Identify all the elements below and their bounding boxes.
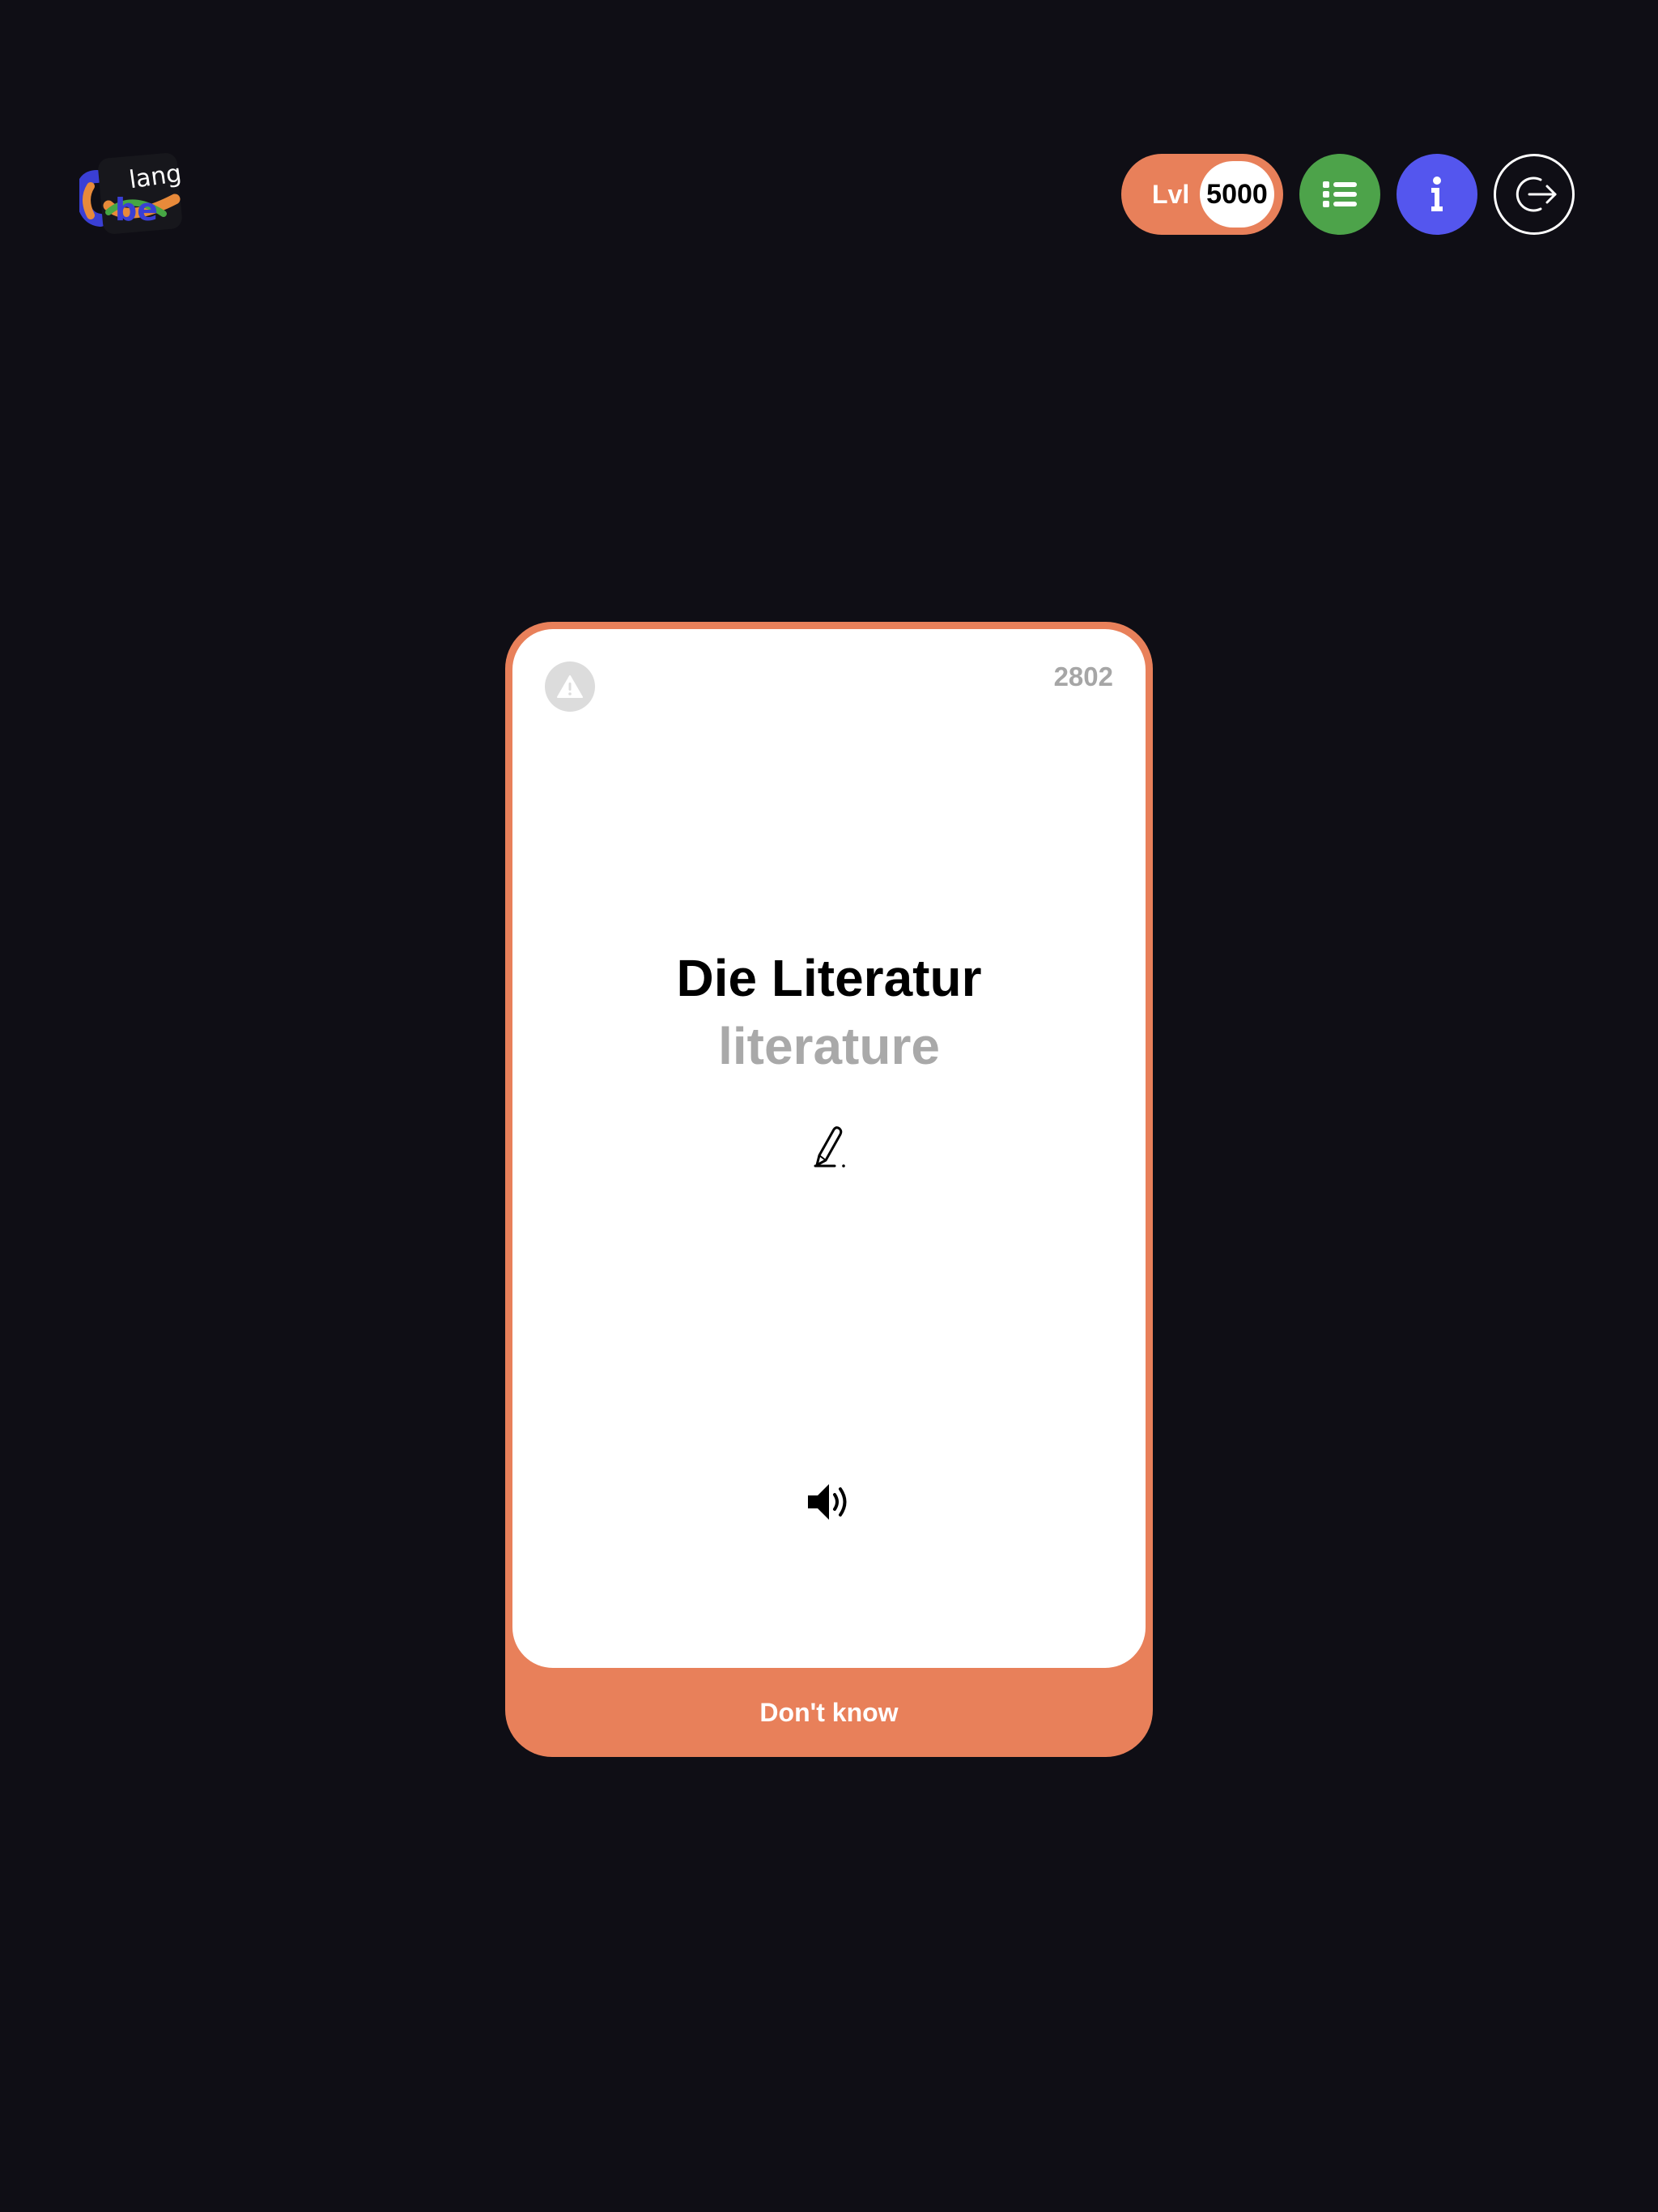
info-icon [1431, 177, 1443, 211]
logo-graphic: be lang [79, 153, 183, 234]
list-icon [1323, 181, 1357, 207]
level-value: 5000 [1200, 161, 1274, 228]
level-badge[interactable]: Lvl 5000 [1121, 154, 1283, 235]
flash-card[interactable]: 2802 Die Literatur literature Don't know [505, 622, 1153, 1757]
word-list-button[interactable] [1299, 154, 1380, 235]
logo-text-bottom: be [115, 192, 158, 228]
warning-icon [557, 675, 583, 698]
card-word: Die Literatur [676, 949, 982, 1007]
report-button[interactable] [545, 661, 595, 712]
logout-button[interactable] [1494, 154, 1575, 235]
speaker-icon [808, 1484, 847, 1520]
pen-icon [814, 1126, 845, 1168]
level-label: Lvl [1152, 180, 1190, 209]
info-button[interactable] [1397, 154, 1477, 235]
card-translation: literature [718, 1017, 940, 1075]
play-audio-button[interactable] [805, 1478, 853, 1526]
card-number: 2802 [1053, 661, 1113, 691]
card-face[interactable]: 2802 Die Literatur literature [512, 629, 1146, 1668]
logout-icon [1516, 177, 1557, 212]
app-logo[interactable]: be lang [79, 152, 185, 236]
write-button[interactable] [805, 1123, 853, 1172]
dont-know-button[interactable]: Don't know [505, 1668, 1153, 1757]
